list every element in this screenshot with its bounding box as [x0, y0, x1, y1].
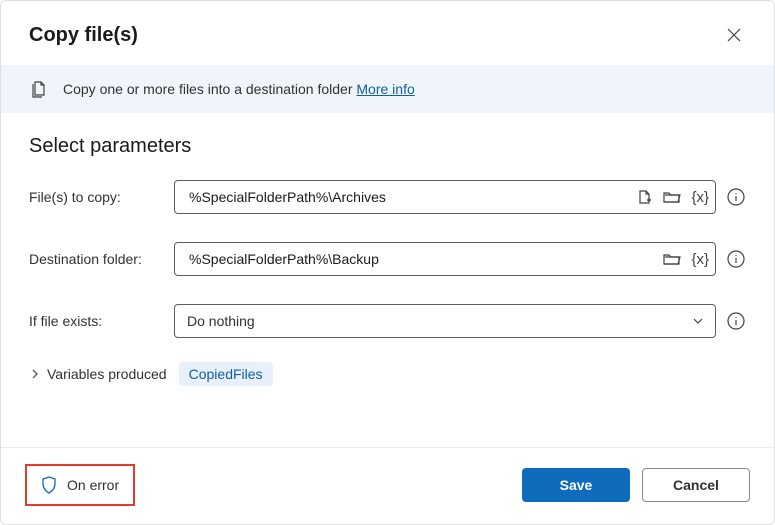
- more-info-link[interactable]: More info: [356, 81, 414, 97]
- field-files-to-copy: File(s) to copy: {x}: [29, 180, 746, 214]
- variables-toggle[interactable]: Variables produced: [29, 366, 167, 382]
- section-title: Select parameters: [29, 135, 746, 158]
- on-error-label: On error: [67, 477, 119, 493]
- destination-help-icon[interactable]: [726, 249, 746, 269]
- file-select-icon[interactable]: [637, 189, 653, 205]
- info-text: Copy one or more files into a destinatio…: [63, 81, 415, 97]
- if-exists-value: Do nothing: [187, 313, 255, 329]
- info-bar: Copy one or more files into a destinatio…: [1, 65, 774, 113]
- dialog-body: Select parameters File(s) to copy: {x}: [1, 113, 774, 447]
- chevron-down-icon: [691, 314, 705, 328]
- files-to-copy-input-wrap[interactable]: {x}: [174, 180, 716, 214]
- copy-files-dialog: Copy file(s) Copy one or more files into…: [0, 0, 775, 525]
- destination-input[interactable]: [187, 250, 657, 268]
- files-input-icons: {x}: [631, 189, 709, 206]
- files-to-copy-input[interactable]: [187, 188, 631, 206]
- destination-label: Destination folder:: [29, 251, 164, 267]
- close-button[interactable]: [718, 19, 750, 51]
- variable-icon[interactable]: {x}: [691, 189, 709, 206]
- dialog-header: Copy file(s): [1, 1, 774, 65]
- files-help-icon[interactable]: [726, 187, 746, 207]
- copy-icon: [29, 79, 49, 99]
- destination-input-wrap[interactable]: {x}: [174, 242, 716, 276]
- variable-pill[interactable]: CopiedFiles: [179, 362, 273, 386]
- field-destination: Destination folder: {x}: [29, 242, 746, 276]
- dest-input-icons: {x}: [657, 251, 709, 268]
- cancel-button[interactable]: Cancel: [642, 468, 750, 502]
- dialog-footer: On error Save Cancel: [1, 447, 774, 524]
- save-button[interactable]: Save: [522, 468, 630, 502]
- close-icon: [727, 28, 741, 42]
- folder-icon[interactable]: [663, 189, 681, 205]
- if-exists-label: If file exists:: [29, 313, 164, 329]
- files-to-copy-label: File(s) to copy:: [29, 189, 164, 205]
- variable-icon[interactable]: {x}: [691, 251, 709, 268]
- highlight-annotation: On error: [25, 464, 135, 506]
- footer-actions: Save Cancel: [522, 468, 750, 502]
- dialog-title: Copy file(s): [29, 24, 138, 47]
- shield-icon: [41, 476, 57, 494]
- chevron-right-icon: [29, 368, 41, 380]
- variables-row: Variables produced CopiedFiles: [29, 362, 746, 386]
- if-exists-help-icon[interactable]: [726, 311, 746, 331]
- field-if-exists: If file exists: Do nothing: [29, 304, 746, 338]
- variables-label: Variables produced: [47, 366, 167, 382]
- if-exists-select[interactable]: Do nothing: [174, 304, 716, 338]
- on-error-button[interactable]: On error: [29, 468, 131, 502]
- info-description: Copy one or more files into a destinatio…: [63, 81, 353, 97]
- folder-icon[interactable]: [663, 251, 681, 267]
